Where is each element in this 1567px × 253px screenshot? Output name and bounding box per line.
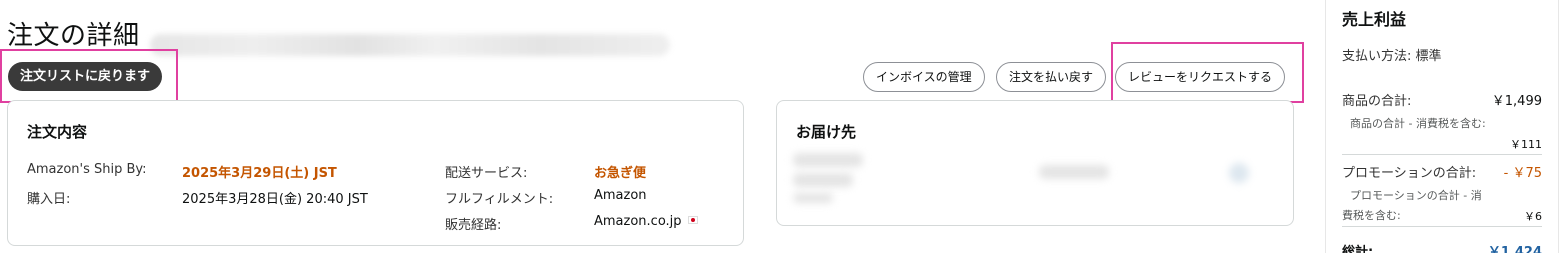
redacted-address-line bbox=[793, 193, 833, 203]
items-total-value: ￥1,499 bbox=[1491, 94, 1542, 109]
redacted-address-line bbox=[793, 153, 863, 167]
refund-order-button[interactable]: 注文を払い戻す bbox=[996, 62, 1107, 92]
fulfillment-value: Amazon bbox=[594, 188, 647, 203]
divider bbox=[1342, 154, 1542, 155]
promo-tax-label: プロモーションの合計 - 消費税を含む: bbox=[1342, 189, 1482, 222]
sales-channel-value: Amazon.co.jp bbox=[594, 214, 698, 229]
promo-total-value: - ￥75 bbox=[1503, 166, 1542, 181]
shipping-service-value: お急ぎ便 bbox=[594, 166, 647, 181]
order-details-title: 注文内容 bbox=[27, 123, 88, 141]
items-tax-label: 商品の合計 - 消費税を含む: bbox=[1350, 117, 1486, 130]
page-title: 注文の詳細 bbox=[7, 21, 140, 51]
ship-by-value: 2025年3月29日(土) JST bbox=[182, 166, 337, 181]
divider bbox=[1342, 226, 1542, 227]
redacted-icon bbox=[1229, 163, 1249, 183]
fulfillment-label: フルフィルメント: bbox=[445, 192, 554, 207]
redacted-order-id bbox=[150, 34, 670, 56]
sales-channel-text: Amazon.co.jp bbox=[594, 214, 682, 229]
japan-flag-icon bbox=[687, 216, 698, 224]
promo-total-label: プロモーションの合計: bbox=[1342, 166, 1477, 181]
order-details-card: 注文内容 Amazon's Ship By: 2025年3月29日(土) JST… bbox=[7, 100, 744, 246]
manage-invoice-button[interactable]: インボイスの管理 bbox=[863, 62, 985, 92]
back-to-orders-button[interactable]: 注文リストに戻ります bbox=[8, 62, 163, 91]
sales-summary-sidebar: 売上利益 支払い方法: 標準 商品の合計: ￥1,499 商品の合計 - 消費税… bbox=[1325, 0, 1559, 253]
redacted-address-line bbox=[793, 173, 853, 187]
promo-tax-value: ￥6 bbox=[1524, 210, 1542, 223]
sales-channel-label: 販売経路: bbox=[445, 218, 502, 233]
items-total-label: 商品の合計: bbox=[1342, 94, 1412, 109]
shipping-address-title: お届け先 bbox=[796, 123, 857, 141]
purchase-date-value: 2025年3月28日(金) 20:40 JST bbox=[182, 192, 368, 207]
shipping-address-card: お届け先 bbox=[776, 100, 1294, 226]
payment-method: 支払い方法: 標準 bbox=[1342, 49, 1442, 64]
items-tax-value: ￥111 bbox=[1510, 138, 1542, 151]
shipping-service-label: 配送サービス: bbox=[445, 166, 528, 181]
sales-summary-title: 売上利益 bbox=[1342, 10, 1407, 29]
ship-by-label: Amazon's Ship By: bbox=[27, 162, 147, 177]
purchase-date-label: 購入日: bbox=[27, 192, 71, 207]
request-review-button[interactable]: レビューをリクエストする bbox=[1115, 62, 1286, 92]
grand-total-label: 総計: bbox=[1342, 245, 1374, 253]
redacted-contact bbox=[1039, 165, 1109, 179]
grand-total-value: ￥1,424 bbox=[1487, 245, 1542, 253]
